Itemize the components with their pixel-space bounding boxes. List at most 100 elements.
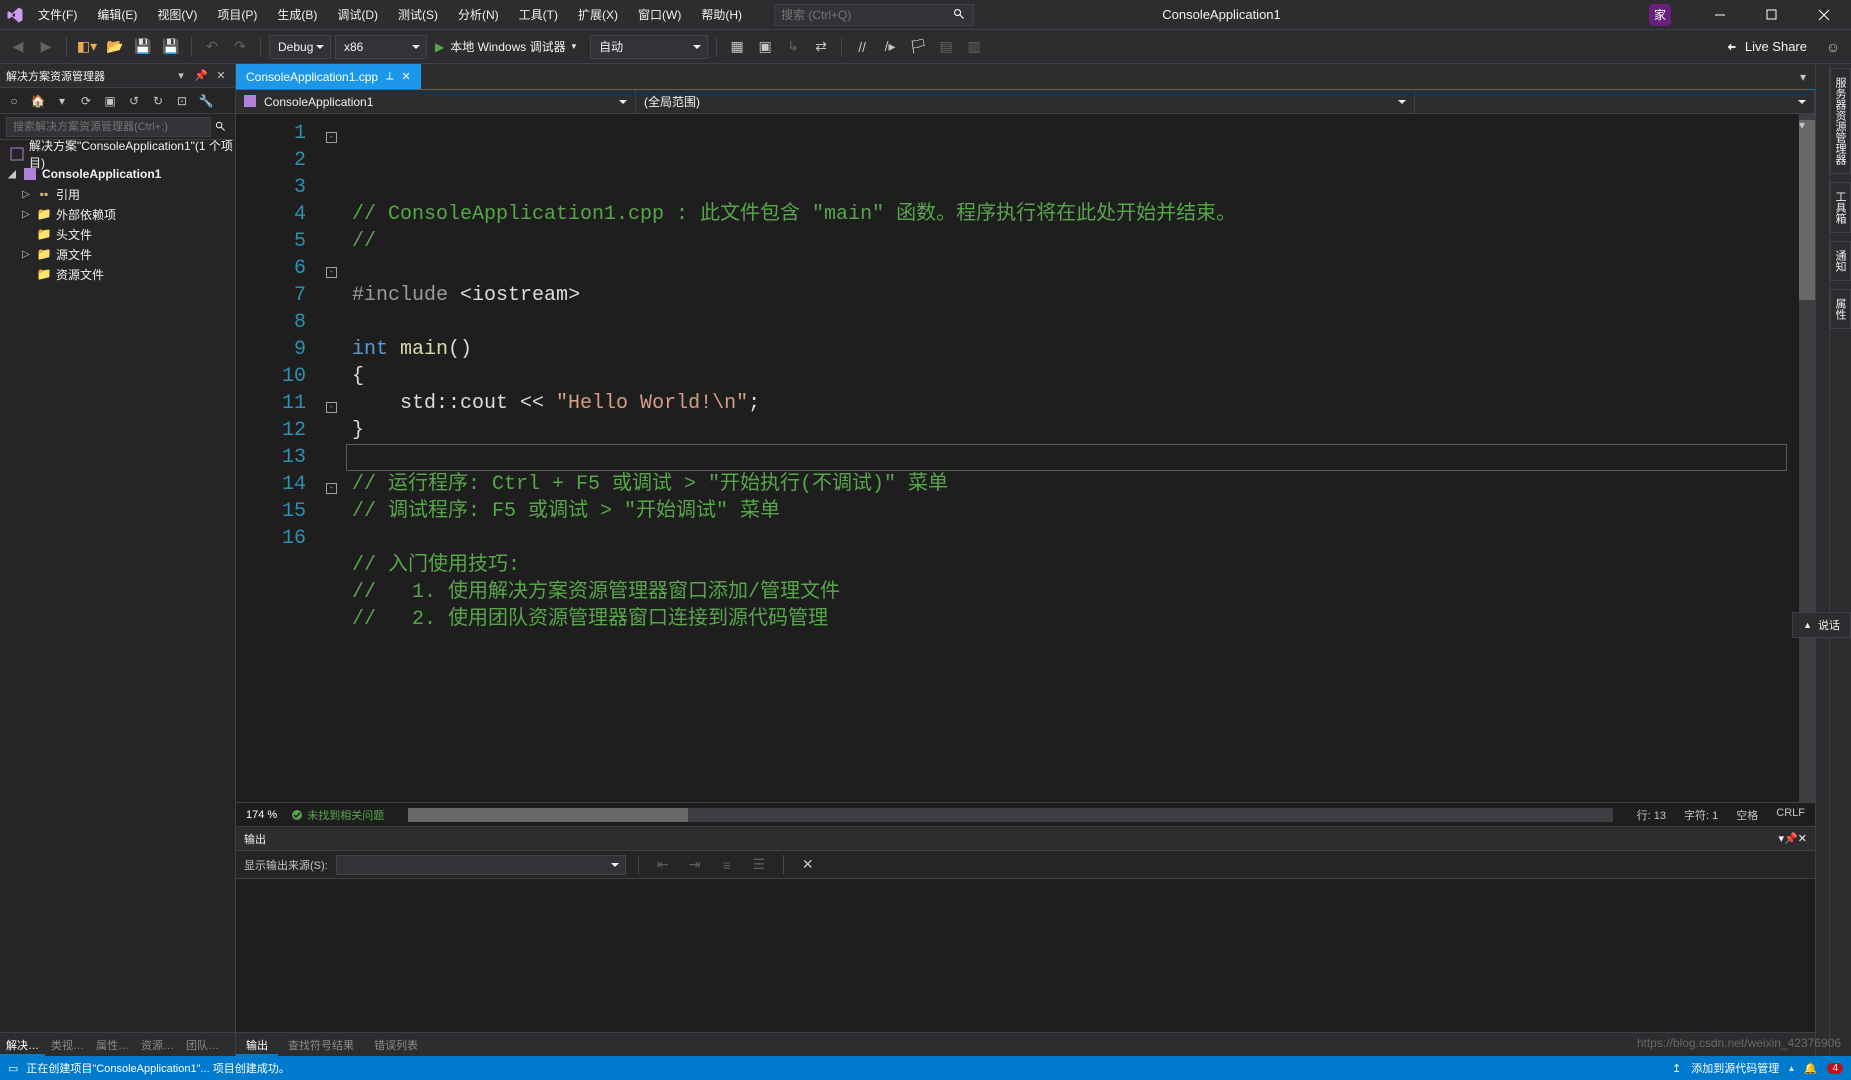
nav-scope-global[interactable]: (全局范围) [636,90,1415,113]
tab-resource-view[interactable]: 资源… [135,1033,180,1056]
tree-headers[interactable]: 📁 头文件 [0,224,235,244]
tab-errorlist[interactable]: 错误列表 [364,1033,428,1056]
save-icon[interactable]: 💾 [131,35,155,59]
code-content[interactable]: // ConsoleApplication1.cpp : 此文件包含 "main… [346,114,1799,802]
user-avatar[interactable]: 家 [1649,4,1671,26]
vtab-notifications[interactable]: 通知 [1830,241,1851,281]
bookmark-icon[interactable]: 🏳 [906,35,930,59]
undo-icon[interactable]: ↶ [200,35,224,59]
out-btn-1[interactable]: ⇤ [651,853,675,877]
notification-bell-icon[interactable]: 🔔 [1804,1062,1818,1075]
minimize-button[interactable] [1697,0,1743,30]
menu-test[interactable]: 测试(S) [390,2,446,27]
refresh-icon[interactable]: ⟳ [76,91,96,111]
close-button[interactable] [1801,0,1847,30]
menu-window[interactable]: 窗口(W) [630,2,689,27]
nav-scope-project[interactable]: ConsoleApplication1 [236,90,636,113]
source-control-icon[interactable]: ↥ [1672,1062,1681,1075]
platform-combo[interactable]: x86 [335,35,427,59]
comment-out-icon[interactable]: // [850,35,874,59]
tab-solution-explorer[interactable]: 解决… [0,1033,45,1056]
pin-icon[interactable]: 📌 [1784,832,1798,845]
home-icon[interactable]: ○ [4,91,24,111]
fold-column[interactable]: - - - - [326,114,346,802]
nav-fwd-icon[interactable]: ▶ [34,35,58,59]
twisty-icon[interactable]: ◢ [6,169,18,180]
document-tab-active[interactable]: ConsoleApplication1.cpp ⟂ ✕ [236,64,421,89]
pin-icon[interactable]: ⟂ [386,70,393,83]
showall-icon[interactable]: ↺ [124,91,144,111]
tool-btn-6[interactable]: ▥ [962,35,986,59]
explorer-search-input[interactable] [6,117,211,137]
issues-indicator[interactable]: 未找到相关问题 [291,807,384,823]
redo-icon[interactable]: ↷ [228,35,252,59]
tab-team-explorer[interactable]: 团队… [180,1033,225,1056]
scrollbar-thumb[interactable] [408,808,688,822]
tab-output[interactable]: 输出 [236,1033,278,1056]
twisty-icon[interactable]: ▷ [20,249,32,260]
nav-scope-member[interactable] [1415,90,1815,113]
sync-icon[interactable]: ▾ [52,91,72,111]
menu-file[interactable]: 文件(F) [30,2,85,27]
menu-debug[interactable]: 调试(D) [329,2,386,27]
menu-tools[interactable]: 工具(T) [511,2,566,27]
tab-findsym[interactable]: 查找符号结果 [278,1033,364,1056]
vertical-scrollbar[interactable]: ▾ [1799,114,1815,802]
output-source-combo[interactable] [336,855,626,875]
code-editor[interactable]: 12345678910111213141516 - - - - // Conso… [236,114,1815,802]
output-body[interactable] [236,879,1815,1032]
menu-project[interactable]: 项目(P) [209,2,265,27]
zoom-level[interactable]: 174 % [246,809,277,821]
auto-combo[interactable]: 自动 [590,35,708,59]
uncomment-icon[interactable]: /▸ [878,35,902,59]
preview-icon[interactable]: ⊡ [172,91,192,111]
eol-mode[interactable]: CRLF [1776,807,1805,823]
out-btn-4[interactable]: ☰ [747,853,771,877]
split-chevron-icon[interactable]: ▾ [1799,118,1813,132]
save-all-icon[interactable]: 💾 [159,35,183,59]
vtab-toolbox[interactable]: 工具箱 [1830,182,1851,233]
close-icon[interactable]: ✕ [1798,832,1807,845]
config-combo[interactable]: Debug [269,35,331,59]
out-btn-3[interactable]: ≡ [715,853,739,877]
twisty-icon[interactable]: ▷ [20,189,32,200]
tab-class-view[interactable]: 类视… [45,1033,90,1056]
new-project-icon[interactable]: ◧▾ [75,35,99,59]
clear-icon[interactable]: ✕ [796,853,820,877]
vtab-server-explorer[interactable]: 服务器资源管理器 [1830,68,1851,174]
tool-btn-1[interactable]: ▦ [725,35,749,59]
home2-icon[interactable]: 🏠 [28,91,48,111]
start-debug-button[interactable]: ▶ 本地 Windows 调试器 ▾ [431,35,586,59]
search-icon[interactable] [211,118,229,136]
properties-icon[interactable]: ↻ [148,91,168,111]
menu-extensions[interactable]: 扩展(X) [570,2,626,27]
scrollbar-thumb[interactable] [1799,120,1815,300]
tree-externals[interactable]: ▷ 📁 外部依赖项 [0,204,235,224]
voice-input-tag[interactable]: ▲ 说话 [1792,612,1851,638]
menu-analyze[interactable]: 分析(N) [450,2,507,27]
menu-build[interactable]: 生成(B) [269,2,325,27]
tree-resources[interactable]: 📁 资源文件 [0,264,235,284]
tool-btn-5[interactable]: ▤ [934,35,958,59]
nav-back-icon[interactable]: ◀ [6,35,30,59]
chevron-up-icon[interactable]: ▴ [1789,1063,1794,1074]
menu-view[interactable]: 视图(V) [149,2,205,27]
vtab-properties[interactable]: 属性 [1830,289,1851,329]
tool-btn-4[interactable]: ⇄ [809,35,833,59]
tab-overflow-icon[interactable]: ▾ [1791,64,1815,89]
add-to-scm[interactable]: 添加到源代码管理 [1691,1060,1779,1076]
tab-property-mgr[interactable]: 属性… [90,1033,135,1056]
indent-mode[interactable]: 空格 [1736,807,1758,823]
twisty-icon[interactable]: ▷ [20,209,32,220]
collapse-icon[interactable]: ▣ [100,91,120,111]
menu-help[interactable]: 帮助(H) [693,2,750,27]
out-btn-2[interactable]: ⇥ [683,853,707,877]
maximize-button[interactable] [1749,0,1795,30]
filter-icon[interactable]: 🔧 [196,91,216,111]
close-icon[interactable]: ✕ [401,70,410,83]
tool-btn-3[interactable]: ↳ [781,35,805,59]
close-icon[interactable]: ✕ [213,68,229,84]
tree-solution-root[interactable]: 解决方案"ConsoleApplication1"(1 个项目) [0,144,235,164]
open-icon[interactable]: 📂 [103,35,127,59]
tree-sources[interactable]: ▷ 📁 源文件 [0,244,235,264]
